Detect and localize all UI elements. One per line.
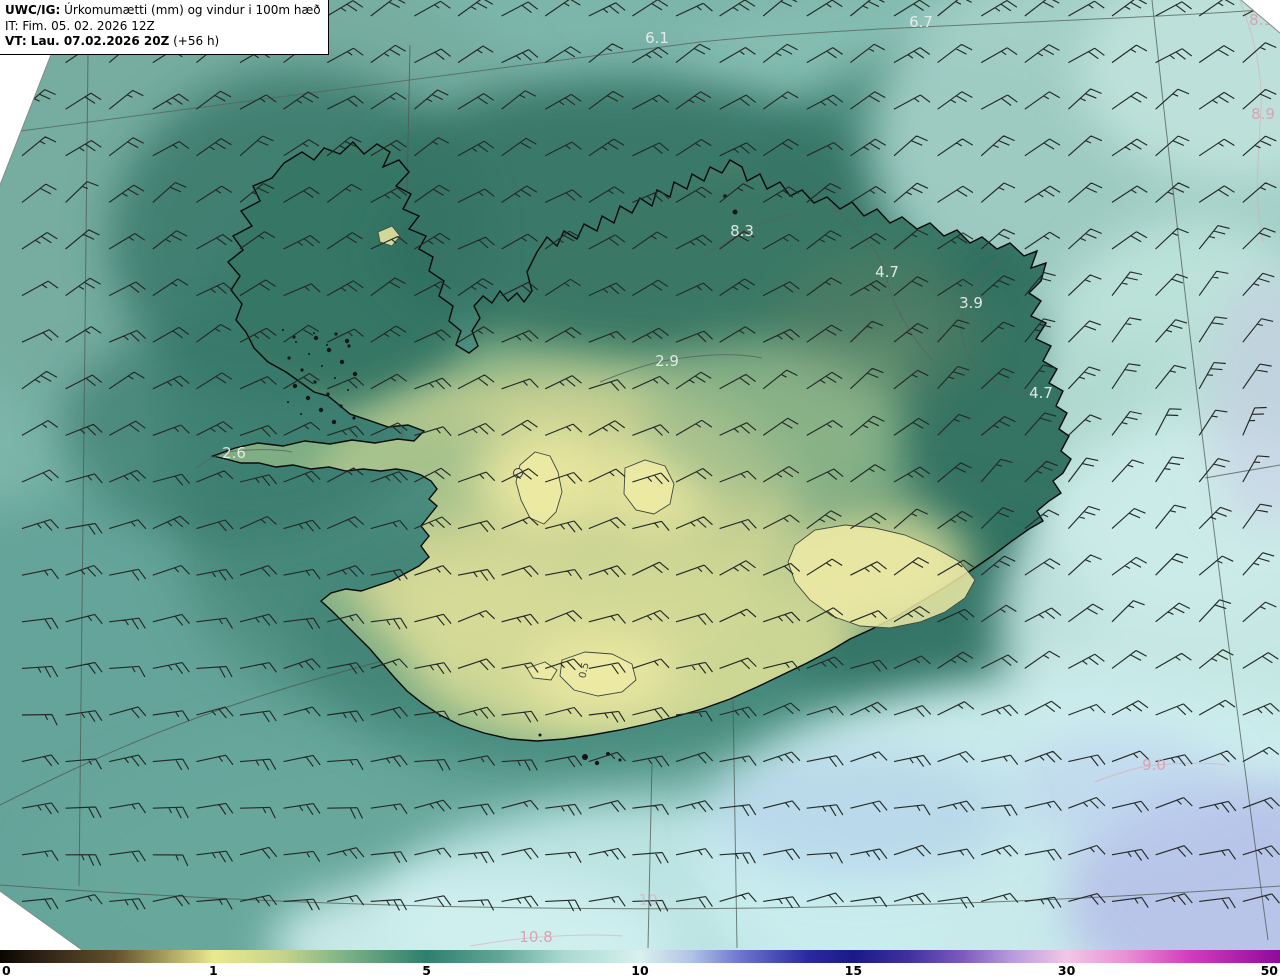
colorbar-tick-label: 5	[422, 963, 431, 978]
colorbar-tick-label: 15	[844, 963, 863, 978]
contour-label: 2.6	[222, 444, 246, 462]
colorbar-gradient	[0, 950, 1280, 964]
colorbar-tick-label: 50	[1260, 963, 1278, 978]
title-box: UWC/IG: Úrkomumætti (mm) og vindur i 100…	[0, 0, 329, 55]
contour-label: 3.9	[959, 294, 983, 312]
contour-label: 8.9	[1251, 105, 1275, 123]
colorbar-tick-label: 10	[631, 963, 649, 978]
product-title: UWC/IG: Úrkomumætti (mm) og vindur i 100…	[5, 3, 321, 17]
contour-label: 10.8	[519, 928, 552, 946]
colorbar-tick-label: 30	[1057, 963, 1076, 978]
contour-label: 2.9	[655, 352, 679, 370]
contour-label: 6.1	[645, 29, 669, 47]
colorbar-tick-label: 0	[2, 963, 11, 978]
contour-label: 4.7	[1029, 384, 1053, 402]
init-time: IT: Fim. 05. 02. 2026 12Z	[5, 18, 155, 33]
valid-time: VT: Lau. 07.02.2026 20Z (+56 h)	[5, 34, 220, 48]
contour-label: 8.3	[730, 222, 754, 240]
weather-map: 6.16.78.34.73.92.94.72.68.98.99.010.8100…	[0, 0, 1280, 978]
contour-label: 6.7	[909, 13, 933, 31]
weather-map-app: 6.1 6.7 8.3 4.7 3.9 2.9 4.7 2.6 8.9 8.9 9.0 10.8 10 0…	[0, 0, 1280, 978]
contour-label: 10	[638, 891, 657, 909]
contour-label: 9.0	[1142, 756, 1166, 774]
colorbar-tick-label: 1	[209, 963, 218, 978]
contour-label: 4.7	[875, 263, 899, 281]
colorbar-scale: 0 1 5 10 15 30 50	[0, 963, 1280, 978]
